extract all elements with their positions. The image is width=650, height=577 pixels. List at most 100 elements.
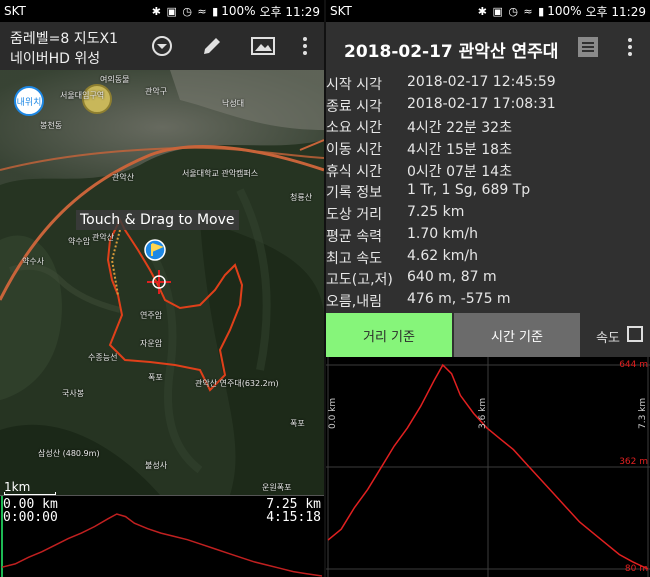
map-label: 폭포 <box>148 373 163 382</box>
map-label: 낙성대 <box>222 99 245 108</box>
track-info-screen: SKT ✱ ▣ ◷ ≈ ▮ 100% 오후 11:29 2018-02-17 관… <box>326 0 650 577</box>
map-label: 관악산 연주대(632.2m) <box>195 379 279 388</box>
battery-label: 100% <box>221 4 256 18</box>
map-screen: SKT ✱ ▣ ◷ ≈ ▮ 100% 오후 11:29 줌레벨=8 지도X1 네… <box>0 0 324 577</box>
clock-label: 오후 11:29 <box>259 4 320 19</box>
map-label: 약수암 <box>68 237 91 246</box>
stat-record-info: 기록 정보 1 Tr, 1 Sg, 689 Tp <box>326 182 650 204</box>
y-tick-label: 362 m <box>619 457 648 467</box>
map-label: 관악산 <box>92 233 115 242</box>
map-label: 서울대입구역 <box>60 91 105 100</box>
track-stats: 시작 시각 2018-02-17 12:45:59 종료 시각 2018-02-17… <box>326 74 650 313</box>
map-image-icon[interactable] <box>251 34 275 58</box>
elevation-chart[interactable]: 644 m 362 m 80 m 0.0 km 3.6 km 7.3 km <box>326 357 650 577</box>
overflow-menu-icon[interactable] <box>293 34 317 58</box>
x-tick-label: 0.0 km <box>328 397 338 429</box>
stat-end-time: 종료 시각 2018-02-17 17:08:31 <box>326 96 650 118</box>
map-label: 수종능선 <box>88 353 118 362</box>
carrier-label: SKT <box>330 4 352 18</box>
clock-label: 오후 11:29 <box>585 4 646 19</box>
speed-label: 속도 <box>596 331 620 346</box>
stat-value: 476 m, -575 m <box>407 290 511 307</box>
speed-checkbox[interactable] <box>627 326 643 342</box>
stat-value: 4.62 km/h <box>407 247 478 264</box>
map-layer-label: 네이버HD 위성 <box>10 51 101 67</box>
stat-value: 4시간 15분 18초 <box>407 142 512 159</box>
stat-value: 0시간 07분 14초 <box>407 163 512 180</box>
map-label: 자운암 <box>140 339 163 348</box>
distance-mode-button[interactable]: 거리 기준 <box>326 313 452 357</box>
y-tick-label: 80 m <box>624 564 648 574</box>
track-toolbar: 2018-02-17 관악산 연주대 <box>326 22 650 72</box>
end-time: 4:15:18 <box>266 510 321 525</box>
y-tick-label: 644 m <box>619 360 648 370</box>
scale-bar: 1km <box>4 480 56 495</box>
satellite-map[interactable]: 내위치 여의동물 서울대입구역 관악구 낙성대 봉천동 관악산 서울대학교 관악… <box>0 70 324 495</box>
map-label: 운원폭포 <box>262 483 292 492</box>
stat-key: 기록 정보 <box>326 185 382 202</box>
stat-key: 종료 시각 <box>326 98 382 115</box>
stat-key: 휴식 시간 <box>326 163 382 180</box>
my-location-button[interactable]: 내위치 <box>14 86 44 116</box>
stat-ascent-descent: 오름,내림 476 m, -575 m <box>326 291 650 313</box>
x-tick-label: 7.3 km <box>638 397 648 429</box>
stat-moving: 이동 시간 4시간 15분 18초 <box>326 139 650 161</box>
stat-elapsed: 소요 시간 4시간 22분 32초 <box>326 117 650 139</box>
chart-mode-bar: 거리 기준 시간 기준 속도 <box>326 313 650 357</box>
stat-value: 7.25 km <box>407 204 465 221</box>
map-label: 폭포 <box>290 419 305 428</box>
pencil-icon[interactable] <box>200 34 224 58</box>
mini-elevation-profile[interactable]: 0.00 km 0:00:00 7.25 km 4:15:18 <box>0 495 324 577</box>
time-mode-button[interactable]: 시간 기준 <box>454 313 580 357</box>
map-label: 서울대학교 관악캠퍼스 <box>182 169 259 178</box>
stat-key: 평균 속력 <box>326 228 382 245</box>
stat-key: 도상 거리 <box>326 207 382 224</box>
stat-value: 1.70 km/h <box>407 225 478 242</box>
stat-key: 고도(고,저) <box>326 272 393 289</box>
stat-avg-speed: 평균 속력 1.70 km/h <box>326 226 650 248</box>
stat-key: 소요 시간 <box>326 120 382 137</box>
overflow-menu-icon[interactable] <box>618 35 642 59</box>
status-bar: SKT ✱ ▣ ◷ ≈ ▮ 100% 오후 11:29 <box>326 0 650 22</box>
list-icon[interactable] <box>576 35 600 59</box>
stat-value: 1 Tr, 1 Sg, 689 Tp <box>407 182 531 199</box>
x-tick-label: 3.6 km <box>478 397 488 429</box>
map-label: 봉천동 <box>40 121 63 130</box>
start-time: 0:00:00 <box>3 510 58 525</box>
stat-map-distance: 도상 거리 7.25 km <box>326 204 650 226</box>
stat-key: 이동 시간 <box>326 142 382 159</box>
touch-drag-hint: Touch & Drag to Move <box>76 210 239 230</box>
elevation-chart-svg <box>326 357 650 577</box>
carrier-label: SKT <box>4 4 26 18</box>
map-label: 관악산 <box>112 173 135 182</box>
stat-key: 오름,내림 <box>326 293 382 310</box>
stat-max-speed: 최고 속도 4.62 km/h <box>326 248 650 270</box>
map-label: 여의동물 <box>100 75 130 84</box>
track-title: 2018-02-17 관악산 연주대 <box>344 42 559 62</box>
map-canvas <box>0 70 324 495</box>
map-toolbar: 줌레벨=8 지도X1 네이버HD 위성 <box>0 22 324 70</box>
dropdown-circle-icon[interactable] <box>150 34 174 58</box>
battery-label: 100% <box>547 4 582 18</box>
stat-altitude: 고도(고,저) 640 m, 87 m <box>326 269 650 291</box>
status-icons: ✱ ▣ ◷ ≈ ▮ <box>477 4 546 18</box>
map-label: 국사봉 <box>62 389 85 398</box>
stat-key: 시작 시각 <box>326 77 382 93</box>
stat-start-time: 시작 시각 2018-02-17 12:45:59 <box>326 74 650 96</box>
stat-value: 2018-02-17 12:45:59 <box>407 74 556 90</box>
map-label: 약수사 <box>22 257 45 266</box>
stat-rest: 휴식 시간 0시간 07분 14초 <box>326 161 650 183</box>
stat-key: 최고 속도 <box>326 250 382 267</box>
stat-value: 640 m, 87 m <box>407 269 497 286</box>
status-icons: ✱ ▣ ◷ ≈ ▮ <box>151 4 220 18</box>
map-label: 관악구 <box>145 87 168 96</box>
stat-value: 4시간 22분 32초 <box>407 120 512 137</box>
my-location-label: 내위치 <box>16 97 42 108</box>
map-label: 청룡산 <box>290 193 313 202</box>
map-label: 삼성산 (480.9m) <box>38 449 100 458</box>
zoom-level-label: 줌레벨=8 지도X1 <box>10 31 118 47</box>
map-label: 불성사 <box>145 461 168 470</box>
map-label: 연주암 <box>140 311 163 320</box>
status-bar: SKT ✱ ▣ ◷ ≈ ▮ 100% 오후 11:29 <box>0 0 324 22</box>
stat-value: 2018-02-17 17:08:31 <box>407 95 556 112</box>
